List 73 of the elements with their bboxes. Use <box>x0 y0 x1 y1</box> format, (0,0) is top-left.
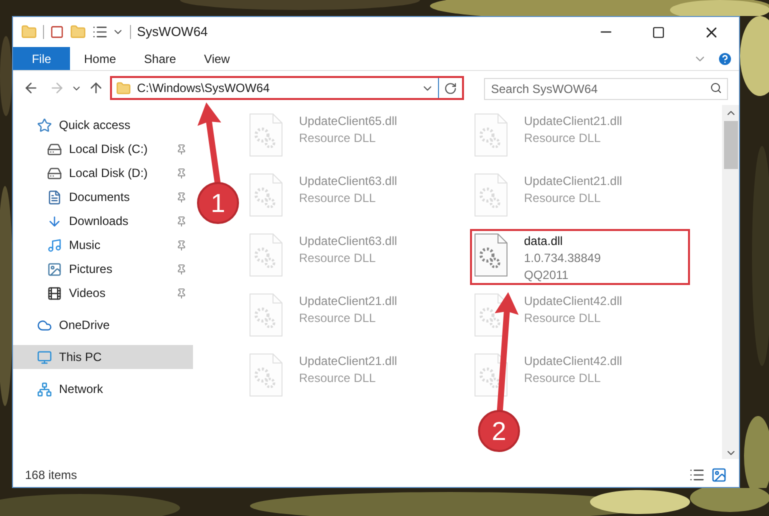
window-title: SysWOW64 <box>137 23 208 42</box>
download-icon <box>47 214 62 228</box>
file-name: UpdateClient21.dll <box>524 173 622 190</box>
file-detail: QQ2011 <box>524 267 570 284</box>
file-name: UpdateClient63.dll <box>299 233 398 250</box>
nav-item[interactable]: Music <box>13 233 193 257</box>
network-icon <box>37 382 52 396</box>
file-detail: Resource DLL <box>524 370 602 387</box>
ribbon-tab[interactable]: Home <box>70 47 130 70</box>
file-detail: Resource DLL <box>299 370 377 387</box>
maximize-icon[interactable] <box>652 26 665 38</box>
settings-file-icon <box>249 353 283 397</box>
file-detail: Resource DLL <box>299 130 377 147</box>
star-icon <box>37 118 52 132</box>
file-tab[interactable]: File <box>13 47 70 70</box>
file-name: UpdateClient21.dll <box>299 293 398 310</box>
settings-file-icon <box>474 233 508 277</box>
file-detail: Resource DLL <box>299 250 377 267</box>
settings-file-icon <box>249 113 283 157</box>
file-detail: Resource DLL <box>299 190 377 207</box>
music-note-icon <box>47 238 62 252</box>
scrollbar[interactable] <box>722 105 739 459</box>
scroll-thumb[interactable] <box>724 121 738 169</box>
address-bar[interactable]: C:\Windows\SysWOW64 <box>110 76 464 100</box>
settings-file-icon <box>474 173 508 217</box>
properties-icon[interactable] <box>92 24 108 40</box>
file-name: data.dll <box>524 233 564 250</box>
document-icon <box>47 190 62 204</box>
settings-file-icon <box>474 113 508 157</box>
nav-item[interactable]: Quick access <box>13 113 193 137</box>
file-name: UpdateClient65.dll <box>299 113 398 130</box>
drive-icon <box>47 166 62 180</box>
nav-item[interactable]: Documents <box>13 185 193 209</box>
film-icon <box>47 286 62 300</box>
settings-file-icon <box>249 233 283 277</box>
nav-item[interactable]: Network <box>13 377 193 401</box>
file-item[interactable]: data.dll 1.0.734.38849 QQ2011 <box>470 229 690 285</box>
checkbox-icon[interactable] <box>50 25 64 39</box>
file-detail: Resource DLL <box>524 130 602 147</box>
nav-item[interactable]: Videos <box>13 281 193 305</box>
monitor-icon <box>37 350 52 364</box>
search-icon[interactable] <box>710 82 722 94</box>
file-name: UpdateClient42.dll <box>524 293 622 310</box>
item-count: 168 items <box>25 467 78 484</box>
search-field[interactable]: Search SysWOW64 <box>484 78 728 100</box>
file-name: UpdateClient42.dll <box>524 353 622 370</box>
nav-item[interactable]: Downloads <box>13 209 193 233</box>
file-detail: Resource DLL <box>299 310 377 327</box>
help-icon[interactable] <box>717 50 733 66</box>
nav-item[interactable]: This PC <box>13 345 193 369</box>
file-name: UpdateClient21.dll <box>299 353 398 370</box>
file-detail: 1.0.734.38849 <box>524 250 601 267</box>
settings-file-icon <box>249 293 283 337</box>
drive-icon <box>47 142 62 156</box>
nav-item[interactable]: Local Disk (D:) <box>13 161 193 185</box>
ribbon-tab[interactable]: View <box>190 47 244 70</box>
folder-icon <box>116 80 131 96</box>
nav-item[interactable]: OneDrive <box>13 313 193 337</box>
file-detail: Resource DLL <box>524 190 602 207</box>
file-name: UpdateClient21.dll <box>524 113 622 130</box>
large-icons-view-icon[interactable] <box>711 467 727 483</box>
nav-item[interactable]: Pictures <box>13 257 193 281</box>
cloud-icon <box>37 318 52 332</box>
file-name: UpdateClient63.dll <box>299 173 398 190</box>
picture-icon <box>47 262 62 276</box>
ribbon-tab[interactable]: Share <box>130 47 190 70</box>
settings-file-icon <box>249 173 283 217</box>
refresh-icon[interactable] <box>444 82 457 94</box>
up-icon[interactable] <box>88 80 104 96</box>
back-icon[interactable] <box>23 80 39 96</box>
details-view-icon[interactable] <box>689 467 705 483</box>
file-detail: Resource DLL <box>524 310 602 327</box>
nav-item[interactable]: Local Disk (C:) <box>13 137 193 161</box>
